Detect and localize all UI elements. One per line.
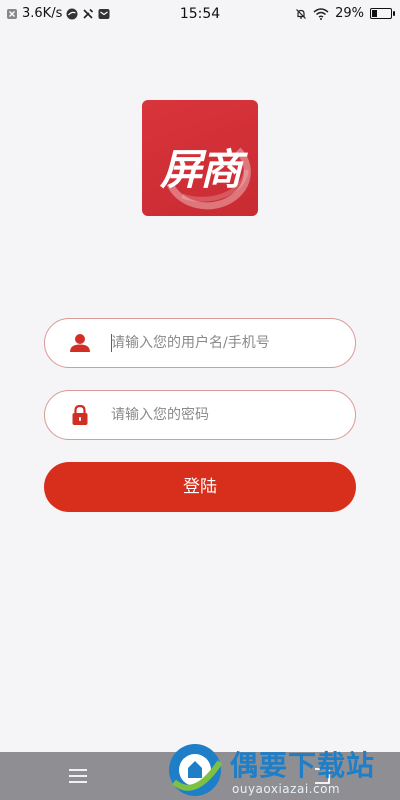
username-field[interactable] (44, 318, 356, 368)
username-input[interactable] (111, 329, 331, 357)
logo-text: 屏商 (159, 145, 242, 194)
battery-icon (370, 8, 395, 19)
watermark-subtitle: ouyaoxiazai.com (232, 782, 341, 796)
password-input[interactable] (111, 401, 331, 429)
wifi-icon (313, 7, 329, 20)
app-logo: 屏商 (142, 100, 258, 216)
status-bar: 3.6K/s 15:54 29% (0, 0, 400, 28)
lock-icon (72, 404, 88, 425)
menu-icon[interactable] (66, 764, 90, 788)
battery-fill (372, 10, 377, 17)
password-field[interactable] (44, 390, 356, 440)
login-button[interactable]: 登陆 (44, 462, 356, 512)
battery-percent: 29% (335, 6, 364, 21)
user-icon (70, 334, 90, 352)
watermark: 偶要下载站 ouyaoxiazai.com (160, 740, 400, 800)
notifications-off-icon (295, 8, 307, 20)
status-right: 29% (295, 6, 395, 21)
watermark-logo (169, 744, 223, 796)
watermark-title: 偶要下载站 (230, 749, 376, 782)
